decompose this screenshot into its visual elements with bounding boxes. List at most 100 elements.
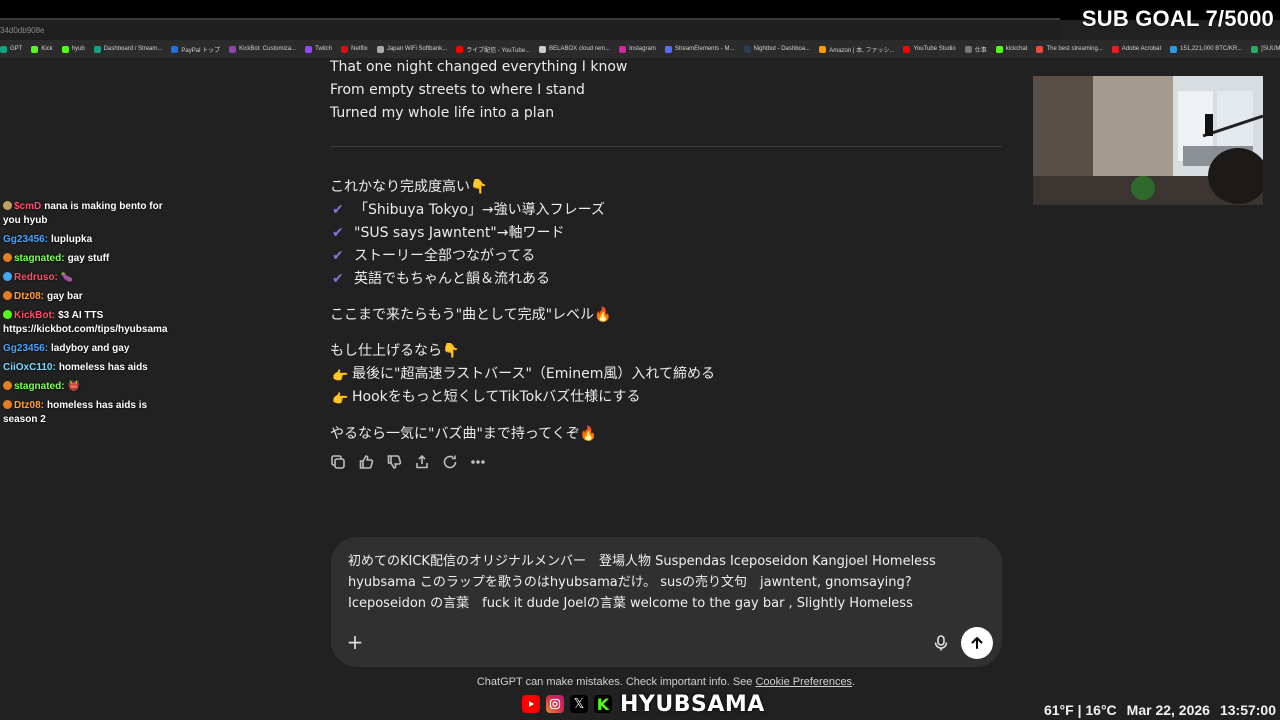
bookmark-favicon-icon [819, 45, 827, 53]
chat-username: Dtz08: [14, 291, 45, 302]
bookmark-label: Instagram [629, 46, 656, 52]
bookmark-favicon-icon [341, 45, 349, 53]
bookmark-item[interactable]: YouTube Studio [903, 45, 956, 53]
bookmark-favicon-icon [93, 45, 101, 53]
bookmark-label: Adobe Acrobat [1121, 46, 1162, 52]
thumbs-up-icon[interactable] [358, 454, 374, 470]
suggestion-text: 最後に"超高速ラストバース"（Eminem風）入れて締める [352, 366, 715, 382]
bookmark-label: YouTube Studio [913, 46, 956, 52]
share-icon[interactable] [414, 454, 430, 470]
bookmark-label: KickBot: Customiza... [239, 46, 297, 52]
chat-username: stagnated: [14, 381, 65, 392]
chat-message: $cmD nana is making bento for you hyub [3, 200, 175, 228]
bookmark-item[interactable]: Nightbot - Dashboa... [743, 45, 811, 53]
instagram-icon [546, 695, 564, 713]
badge-icon [3, 381, 12, 390]
chat-username: KickBot: [14, 310, 56, 321]
bookmark-favicon-icon [1251, 45, 1259, 53]
badge-icon [3, 291, 12, 300]
bookmark-item[interactable]: Netflix [341, 45, 368, 53]
bookmark-item[interactable]: Twitch [305, 45, 333, 53]
sub-goal-counter: SUB GOAL 7/5000 [1081, 6, 1274, 31]
stream-status: 61°F | 16°C Mar 22, 2026 13:57:00 [1034, 702, 1276, 718]
suggestion-text: Hookをもっと短くしてTikTokバズ仕様にする [352, 389, 641, 405]
bookmark-item[interactable]: Instagram [619, 45, 656, 53]
send-button[interactable] [961, 627, 993, 659]
more-icon[interactable] [470, 454, 486, 470]
suggestion-item: 👉 Hookをもっと短くしてTikTokバズ仕様にする [330, 386, 641, 407]
bookmark-label: Nightbot - Dashboa... [753, 46, 811, 52]
bookmark-item[interactable]: Dashboard / Stream... [93, 45, 162, 53]
message-actions [330, 454, 486, 470]
chat-username: CiiOxC110: [3, 362, 56, 373]
bookmark-item[interactable]: 仕事 [964, 45, 987, 54]
pointing-hand-icon: 👉 [332, 369, 349, 384]
chat-message: stagnated: gay stuff [3, 252, 175, 266]
check-item: ✔ 「Shibuya Tokyo」→強い導入フレーズ [330, 199, 605, 219]
stream-chat-overlay: $cmD nana is making bento for you hyub Gg2… [3, 200, 175, 432]
bookmark-favicon-icon [376, 45, 384, 53]
bookmark-item[interactable]: KickBot: Customiza... [229, 45, 297, 53]
streamer-brand: HYUBSAMA [620, 691, 765, 717]
bookmark-item[interactable]: Japan WiFi Softbank... [376, 45, 447, 53]
bookmark-item[interactable]: ライブ配信 - YouTube... [456, 45, 530, 54]
add-attachment-button[interactable]: + [345, 632, 365, 652]
chat-text: ladyboy and gay [51, 343, 130, 354]
pointing-hand-icon: 👉 [332, 392, 349, 407]
bookmark-item[interactable]: [SUUMO] U R B I ... [1251, 45, 1280, 53]
closing-line: やるなら一気に"バズ曲"まで持ってくぞ🔥 [330, 426, 598, 442]
bookmark-item[interactable]: The best streaming... [1036, 45, 1103, 53]
bookmark-label: The best streaming... [1046, 46, 1103, 52]
cookie-preferences-link[interactable]: Cookie Preferences [755, 676, 852, 688]
bookmark-item[interactable]: GPT [0, 45, 23, 53]
chat-message: Gg23456: ladyboy and gay [3, 342, 175, 356]
bookmark-item[interactable]: kickchat [995, 45, 1028, 53]
bookmark-item[interactable]: StreamElements - M... [664, 45, 735, 53]
bookmark-label: Twitch [315, 46, 333, 52]
bookmark-item[interactable]: 151,221,000 BTC/KR... [1170, 45, 1242, 53]
bookmark-item[interactable]: hyub [61, 45, 85, 53]
bookmark-label: Kick [41, 46, 53, 52]
time-readout: 13:57:00 [1219, 702, 1276, 718]
bookmark-item[interactable]: Adobe Acrobat [1111, 45, 1162, 53]
check-text: "SUS says Jawntent"→軸ワード [354, 225, 565, 241]
youtube-icon [522, 695, 540, 713]
check-icon: ✔ [332, 248, 344, 264]
lyric-line: From empty streets to where I stand [330, 82, 585, 98]
chat-message: CiiOxC110: homeless has aids [3, 361, 175, 375]
message-composer[interactable]: 初めてのKICK配信のオリジナルメンバー 登場人物 Suspendas Icep… [331, 537, 1002, 667]
bookmark-item[interactable]: Kick [31, 45, 53, 53]
lyric-line: Turned my whole life into a plan [330, 105, 555, 121]
check-item: ✔ 英語でもちゃんと韻＆流れある [330, 268, 550, 288]
chat-message: stagnated: 👹 [3, 380, 175, 394]
bookmark-favicon-icon [539, 45, 547, 53]
lyric-line: That one night changed everything I know [330, 59, 628, 75]
thumbs-down-icon[interactable] [386, 454, 402, 470]
bookmark-favicon-icon [31, 45, 39, 53]
bookmark-favicon-icon [305, 45, 313, 53]
disclaimer-period: . [852, 676, 856, 688]
check-text: 「Shibuya Tokyo」→強い導入フレーズ [354, 202, 605, 218]
bookmarks-bar: GPT Kick hyub Dashboard / Stream... PayPal ト… [0, 40, 1280, 58]
check-icon: ✔ [332, 271, 344, 287]
chat-message: KickBot: $3 AI TTS https://kickbot.com/ti… [3, 309, 175, 337]
bookmark-favicon-icon [1036, 45, 1044, 53]
bookmark-item[interactable]: PayPal トップ [171, 45, 220, 54]
disclaimer-text: ChatGPT can make mistakes. Check importa… [476, 676, 756, 688]
bookmark-favicon-icon [664, 45, 672, 53]
chat-text: gay stuff [67, 253, 110, 264]
arrow-up-icon [971, 637, 983, 649]
bookmark-item[interactable]: BELABOX cloud rem... [539, 45, 610, 53]
copy-icon[interactable] [330, 454, 346, 470]
bookmark-label: kickchat [1005, 46, 1028, 52]
bookmark-label: hyub [71, 46, 85, 52]
bookmark-favicon-icon [619, 45, 627, 53]
microphone-icon[interactable] [931, 633, 951, 653]
prompt-input[interactable]: 初めてのKICK配信のオリジナルメンバー 登場人物 Suspendas Icep… [348, 551, 978, 614]
date-readout: Mar 22, 2026 [1126, 702, 1210, 718]
webcam-feed [1033, 76, 1263, 205]
bookmark-label: GPT [10, 46, 23, 52]
regenerate-icon[interactable] [442, 454, 458, 470]
bookmark-item[interactable]: Amazon | 本, ファッシ... [819, 45, 894, 54]
bookmark-favicon-icon [903, 45, 911, 53]
